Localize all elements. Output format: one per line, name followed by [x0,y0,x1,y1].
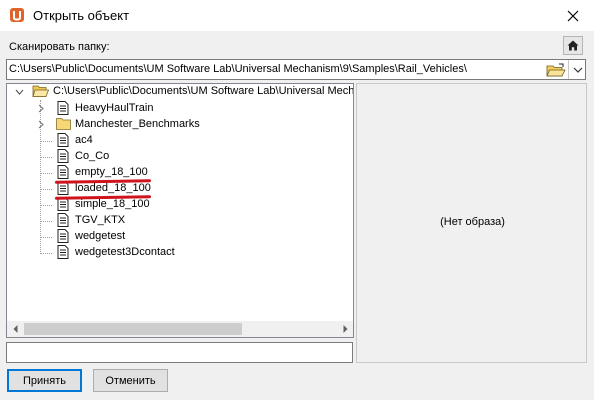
scan-folder-label: Сканировать папку: [9,41,110,53]
accept-button[interactable]: Принять [7,369,82,392]
tree-file-node[interactable]: ac4 [7,133,353,149]
tree-file-node[interactable]: wedgetest3Dcontact [7,245,353,261]
chevron-left-icon [13,325,17,333]
window-title: Открыть объект [33,8,130,23]
title-bar: Открыть объект [0,0,594,31]
tree-item-label: wedgetest [75,230,126,242]
accept-button-label: Принять [23,374,66,387]
document-icon [57,101,69,115]
chevron-right-icon [343,325,347,333]
expand-icon[interactable] [36,104,45,113]
browse-folder-button[interactable] [542,61,569,78]
tree-item-label: wedgetest3Dcontact [75,246,175,258]
open-folder-icon [545,63,566,76]
app-logo-icon [10,8,24,22]
tree-folder-node[interactable]: HeavyHaulTrain [7,101,353,117]
tree-file-node[interactable]: Co_Co [7,149,353,165]
document-icon [57,149,69,163]
close-icon [567,10,579,21]
cancel-button-label: Отменить [105,374,156,387]
tree-file-node[interactable]: TGV_KTX [7,213,353,229]
no-preview-text: (Нет образа) [440,216,505,228]
expand-icon[interactable] [36,120,45,129]
close-button[interactable] [558,0,588,31]
cancel-button[interactable]: Отменить [93,369,168,392]
tree-item-label: simple_18_100 [75,198,150,210]
tree-item-label: loaded_18_100 [75,182,151,194]
tree-file-node[interactable]: empty_18_100 [7,165,353,181]
path-dropdown-button[interactable] [568,60,586,79]
document-icon [57,245,69,259]
scan-path-value: C:\Users\Public\Documents\UM Software La… [9,63,467,75]
tree-item-label: HeavyHaulTrain [75,102,154,114]
scan-path-combobox[interactable]: C:\Users\Public\Documents\UM Software La… [6,59,586,80]
file-tree[interactable]: C:\Users\Public\Documents\UM Software La… [6,83,354,338]
folder-icon [56,118,71,130]
scrollbar-thumb[interactable] [24,323,242,335]
collapse-icon[interactable] [15,87,24,96]
document-icon [57,229,69,243]
document-icon [57,165,69,179]
tree-item-label: Manchester_Benchmarks [75,118,200,130]
object-name-input[interactable] [6,342,353,363]
tree-item-label: empty_18_100 [75,166,148,178]
preview-panel: (Нет образа) [356,83,587,363]
horizontal-scrollbar[interactable] [7,321,353,337]
tree-item-label: ac4 [75,134,93,146]
home-icon [567,40,579,51]
open-folder-icon [32,85,49,97]
tree-file-node[interactable]: wedgetest [7,229,353,245]
chevron-down-icon [573,67,582,73]
tree-root-label: C:\Users\Public\Documents\UM Software La… [53,85,354,97]
scroll-left-button[interactable] [7,321,23,337]
home-button[interactable] [563,36,583,55]
scroll-right-button[interactable] [337,321,353,337]
tree-item-label: TGV_KTX [75,214,126,226]
tree-folder-node[interactable]: Manchester_Benchmarks [7,117,353,133]
tree-root-node[interactable]: C:\Users\Public\Documents\UM Software La… [7,84,353,100]
tree-item-label: Co_Co [75,150,110,162]
document-icon [57,213,69,227]
document-icon [57,133,69,147]
